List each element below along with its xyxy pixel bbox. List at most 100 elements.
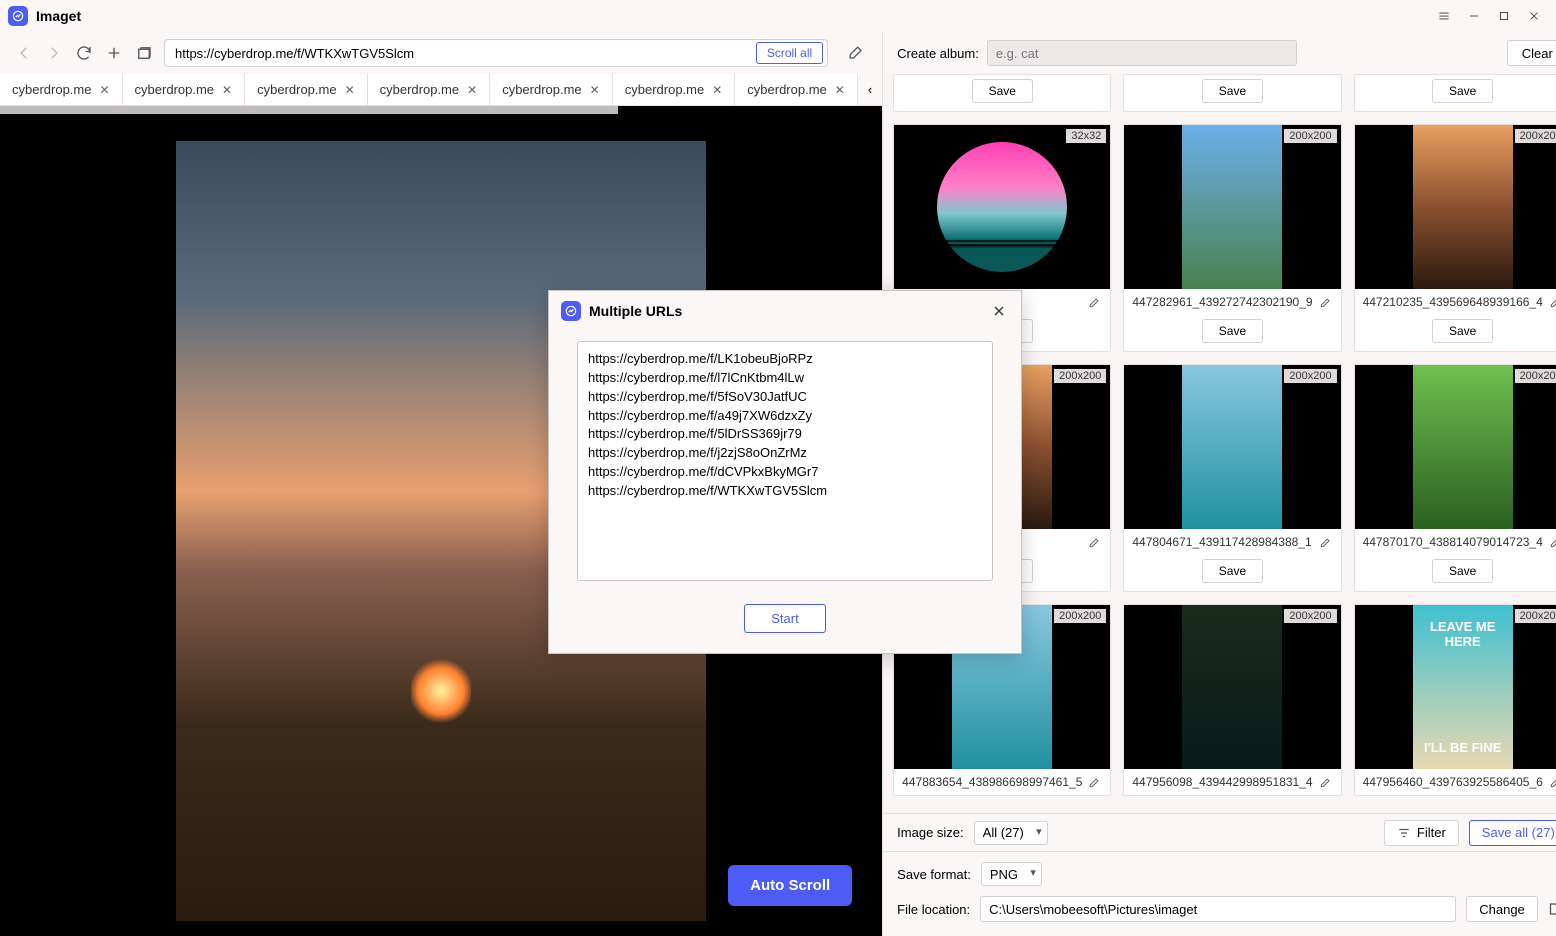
close-icon[interactable]: ✕ [345,83,355,97]
edit-icon[interactable] [1319,775,1333,789]
close-button[interactable] [1520,2,1548,30]
edit-icon[interactable] [1088,535,1102,549]
thumbnail[interactable]: 200x200 [1124,365,1340,529]
file-location-input[interactable] [980,896,1456,922]
clear-button[interactable]: Clear [1507,40,1556,66]
url-input[interactable] [165,46,752,61]
image-card: Save [1123,74,1341,112]
tabs-icon[interactable] [134,43,154,63]
image-card: Save [893,74,1111,112]
thumbnail-image: LEAVE ME HEREI'LL BE FINE [1413,605,1513,769]
image-size-label: Image size: [897,825,963,840]
image-card: 200x200 447804671_439117428984388_1 Save [1123,364,1341,592]
new-tab-icon[interactable] [104,43,124,63]
urls-textarea[interactable]: https://cyberdrop.me/f/LK1obeuBjoRPz htt… [577,341,993,581]
tab[interactable]: cyberdrop.me ✕ [245,74,368,105]
thumbnail[interactable]: 200x200 [1124,125,1340,289]
album-name-input[interactable] [987,40,1297,66]
menu-icon[interactable] [1430,2,1458,30]
filename-label: 447883654_438986698997461_5 [902,775,1082,789]
save-button[interactable]: Save [1432,319,1493,343]
edit-icon[interactable] [1549,295,1556,309]
tab-strip: cyberdrop.me ✕ cyberdrop.me ✕ cyberdrop.me… [0,74,882,106]
tab-label: cyberdrop.me [135,82,214,97]
image-card: 200x200 447282961_439272742302190_9 Save [1123,124,1341,352]
save-button[interactable]: Save [1202,559,1263,583]
tab[interactable]: cyberdrop.me ✕ [735,74,858,105]
filename-label: 447282961_439272742302190_9 [1132,295,1312,309]
close-icon[interactable]: ✕ [590,83,600,97]
close-icon[interactable]: ✕ [467,83,477,97]
save-button[interactable]: Save [1432,559,1493,583]
scrollbar-thumb[interactable] [0,106,618,114]
save-button[interactable]: Save [1432,79,1493,103]
tab-label: cyberdrop.me [625,82,704,97]
thumbnail[interactable]: 200x200 [1355,365,1556,529]
edit-icon[interactable] [1549,535,1556,549]
dialog-close-button[interactable] [989,301,1009,321]
auto-scroll-button[interactable]: Auto Scroll [728,865,852,906]
thumbnail-image [1182,125,1282,289]
paint-icon[interactable] [844,41,868,65]
save-button[interactable]: Save [1202,319,1263,343]
tab[interactable]: cyberdrop.me ✕ [490,74,613,105]
format-select[interactable]: PNG [981,862,1042,886]
tab[interactable]: cyberdrop.me✕ [0,74,123,105]
filename-label: 447804671_439117428984388_1 [1132,535,1312,549]
edit-icon[interactable] [1088,295,1102,309]
edit-icon[interactable] [1088,775,1102,789]
edit-icon[interactable] [1319,295,1333,309]
edit-icon[interactable] [1319,535,1333,549]
dimension-badge: 200x200 [1515,129,1556,143]
tab-label: cyberdrop.me [257,82,336,97]
close-icon[interactable]: ✕ [712,83,722,97]
filename-label: 447210235_439569648939166_4 [1363,295,1543,309]
edit-icon[interactable] [1549,775,1556,789]
tab-label: cyberdrop.me [747,82,826,97]
multiple-urls-dialog: Multiple URLs https://cyberdrop.me/f/LK1… [548,290,1022,654]
dimension-badge: 200x200 [1515,609,1556,623]
thumbnail[interactable]: 32x32 [894,125,1110,289]
size-bar: Image size: All (27) Filter Save all (27… [883,813,1556,851]
filter-icon [1397,826,1411,840]
dimension-badge: 200x200 [1284,369,1336,383]
change-location-button[interactable]: Change [1466,896,1538,922]
filter-label: Filter [1417,825,1446,840]
maximize-button[interactable] [1490,2,1518,30]
thumbnail-image [937,142,1067,272]
close-icon[interactable]: ✕ [222,83,232,97]
dimension-badge: 200x200 [1284,129,1336,143]
close-icon[interactable]: ✕ [99,83,109,97]
back-icon[interactable] [14,43,34,63]
filter-button[interactable]: Filter [1384,820,1459,846]
save-format-label: Save format: [897,867,971,882]
format-bar: Save format: PNG File location: Change [883,851,1556,936]
thumbnail-image [1413,125,1513,289]
image-card: 200x200 447210235_439569648939166_4 Save [1354,124,1556,352]
size-select[interactable]: All (27) [974,821,1048,845]
minimize-button[interactable] [1460,2,1488,30]
save-button[interactable]: Save [972,79,1033,103]
tab[interactable]: cyberdrop.me ✕ [368,74,491,105]
reload-icon[interactable] [74,43,94,63]
save-button[interactable]: Save [1202,79,1263,103]
tab-label: cyberdrop.me [380,82,459,97]
forward-icon[interactable] [44,43,64,63]
tab[interactable]: cyberdrop.me ✕ [613,74,736,105]
thumbnail[interactable]: 200x200 [1124,605,1340,769]
tab[interactable]: cyberdrop.me ✕ [123,74,246,105]
scroll-all-button[interactable]: Scroll all [756,42,823,64]
tab-overflow[interactable]: ‹ [858,74,882,105]
close-icon[interactable]: ✕ [835,83,845,97]
image-card: 200x200 447956098_439442998951831_4 [1123,604,1341,796]
start-button[interactable]: Start [744,604,825,633]
filename-label: 447870170_438814079014723_4 [1363,535,1543,549]
thumbnail[interactable]: LEAVE ME HEREI'LL BE FINE 200x200 [1355,605,1556,769]
tab-label: cyberdrop.me [502,82,581,97]
filename-label: 447956098_439442998951831_4 [1132,775,1312,789]
thumbnail[interactable]: 200x200 [1355,125,1556,289]
dimension-badge: 200x200 [1284,609,1336,623]
image-card: LEAVE ME HEREI'LL BE FINE 200x200 447956… [1354,604,1556,796]
folder-icon[interactable] [1548,899,1556,919]
save-all-button[interactable]: Save all (27) [1469,820,1556,846]
